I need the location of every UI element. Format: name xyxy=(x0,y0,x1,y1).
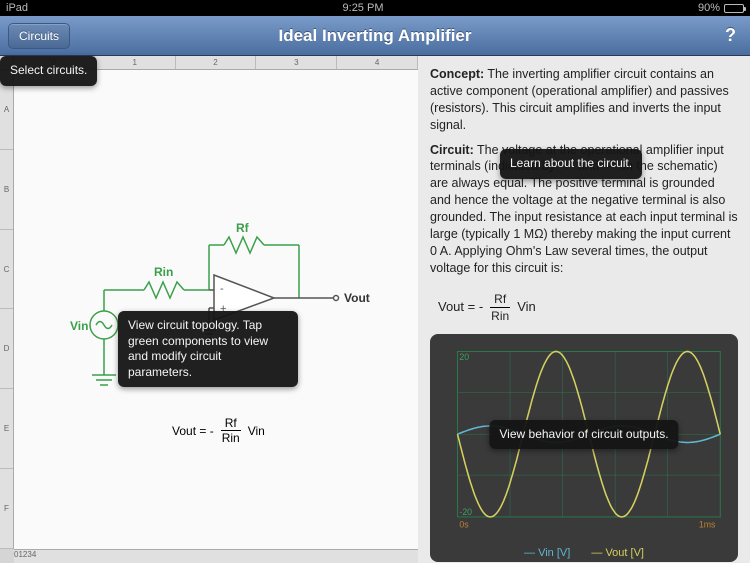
concept-text: Concept: The inverting amplifier circuit… xyxy=(430,66,738,134)
schematic-canvas[interactable]: - + Vin Rin Rf Vout Vout = - RfRin Vin xyxy=(14,70,418,549)
rin-label: Rin xyxy=(154,265,173,279)
svg-text:1ms: 1ms xyxy=(699,520,716,530)
page-title: Ideal Inverting Amplifier xyxy=(0,26,750,46)
status-bar: iPad 9:25 PM 90% xyxy=(0,0,750,16)
schematic-equation: Vout = - RfRin Vin xyxy=(172,416,265,445)
behavior-tooltip: View behavior of circuit outputs. xyxy=(489,420,678,450)
ruler-left: A B C D E F xyxy=(0,70,14,549)
circuit-schematic[interactable]: - + Vin Rin Rf Vout xyxy=(14,70,418,550)
device-label: iPad xyxy=(6,2,28,14)
svg-text:-: - xyxy=(220,283,224,295)
schematic-panel[interactable]: 0 1 2 3 4 A B C D E F xyxy=(0,56,418,563)
rf-resistor-icon[interactable] xyxy=(224,237,264,253)
battery-pct: 90% xyxy=(698,2,720,14)
help-button[interactable]: ? xyxy=(719,25,742,46)
svg-text:0s: 0s xyxy=(459,520,469,530)
vin-label: Vin xyxy=(70,319,88,333)
learn-tooltip: Learn about the circuit. xyxy=(500,149,642,179)
clock-time: 9:25 PM xyxy=(28,2,698,14)
svg-text:-20: -20 xyxy=(459,507,472,517)
output-chart[interactable]: 20 -20 0s 1ms — Vin [V] — Vout [V] View … xyxy=(430,334,738,562)
rf-label: Rf xyxy=(236,221,250,235)
circuits-back-button[interactable]: Circuits xyxy=(8,23,70,49)
select-circuits-tooltip: Select circuits. xyxy=(0,56,97,86)
vout-label: Vout xyxy=(344,291,370,305)
ruler-bottom: 0 1 2 3 4 xyxy=(14,549,418,563)
topology-tooltip: View circuit topology. Tap green compone… xyxy=(118,311,298,387)
battery-icon xyxy=(724,4,744,13)
svg-text:20: 20 xyxy=(459,352,469,362)
chart-legend: — Vin [V] — Vout [V] xyxy=(438,546,730,561)
info-equation: Vout = - RfRin Vin xyxy=(438,291,738,324)
rin-resistor-icon[interactable] xyxy=(144,282,184,298)
navigation-bar: Circuits Ideal Inverting Amplifier ? xyxy=(0,16,750,56)
info-panel[interactable]: Concept: The inverting amplifier circuit… xyxy=(418,56,750,563)
